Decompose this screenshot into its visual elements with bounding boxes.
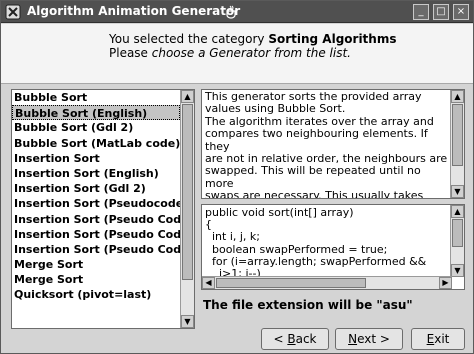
code-line: boolean swapPerformed = true; <box>205 242 388 256</box>
next-button-mnemonic: N <box>348 332 358 346</box>
description-line: swapped. This will be repeated until no … <box>205 164 421 190</box>
list-item[interactable]: Insertion Sort <box>12 151 180 166</box>
list-item[interactable]: Bubble Sort <box>12 90 180 105</box>
list-item[interactable]: Insertion Sort (Pseudo Code, <box>12 242 180 257</box>
list-item[interactable]: Merge Sort <box>12 272 180 287</box>
generator-window: Algorithm Animation Generator _ □ × You … <box>0 0 474 354</box>
code-horizontal-scrollbar[interactable]: ◀ ▶ <box>202 276 452 289</box>
description-panel[interactable]: This generator sorts the provided array v… <box>201 89 465 199</box>
next-button[interactable]: Next > <box>335 328 403 350</box>
instruction-message: Please choose a Generator from the list. <box>109 46 351 60</box>
scroll-left-arrow-icon[interactable]: ◀ <box>202 277 215 289</box>
next-button-label: ext > <box>357 332 390 346</box>
list-item[interactable]: Bubble Sort (English) <box>12 105 180 121</box>
description-line: compares two neighbouring elements. If t… <box>205 127 428 153</box>
code-preview-panel[interactable]: public void sort(int[] array){ int i, j,… <box>201 204 465 290</box>
list-item[interactable]: Insertion Sort (Gdl 2) <box>12 181 180 196</box>
java-cup-icon <box>226 5 237 19</box>
list-item[interactable]: Insertion Sort (English) <box>12 166 180 181</box>
list-item[interactable]: Bubble Sort (Gdl 2) <box>12 120 180 135</box>
exit-button[interactable]: Exit <box>411 328 465 350</box>
app-icon <box>5 4 21 20</box>
scroll-down-arrow-icon[interactable]: ▼ <box>181 315 194 328</box>
back-button-mnemonic: B <box>287 332 296 346</box>
description-text: This generator sorts the provided array v… <box>205 90 449 199</box>
minimize-button[interactable]: _ <box>413 4 429 20</box>
title-bar[interactable]: Algorithm Animation Generator _ □ × <box>1 1 473 23</box>
instruction-prefix: Please <box>109 46 152 60</box>
window-title: Algorithm Animation Generator <box>27 4 241 18</box>
generator-list[interactable]: Bubble Sort Bubble Sort (English) Bubble S… <box>11 89 195 329</box>
close-button[interactable]: × <box>453 4 469 20</box>
scroll-thumb[interactable] <box>182 104 193 280</box>
list-item[interactable]: Insertion Sort (Pseudo Code 2 <box>12 212 180 227</box>
description-scrollbar[interactable]: ▲ ▼ <box>450 90 464 198</box>
scroll-down-arrow-icon[interactable]: ▼ <box>451 264 464 277</box>
list-item[interactable]: Quicksort (pivot=last) <box>12 287 180 302</box>
category-message: You selected the category Sorting Algori… <box>109 32 396 46</box>
back-button-label: ack <box>295 332 317 346</box>
instruction-text: choose a Generator from the list. <box>151 46 351 60</box>
info-header: You selected the category Sorting Algori… <box>1 24 473 84</box>
maximize-button[interactable]: □ <box>433 4 449 20</box>
scroll-thumb[interactable] <box>216 278 366 288</box>
list-item[interactable]: Insertion Sort (Pseudocode, E <box>12 196 180 211</box>
code-line: int i, j, k; <box>205 230 261 244</box>
category-name: Sorting Algorithms <box>268 32 397 46</box>
scroll-thumb[interactable] <box>452 104 463 166</box>
list-item[interactable]: Merge Sort <box>12 257 180 272</box>
code-line: public void sort(int[] array) <box>205 206 354 219</box>
scroll-up-arrow-icon[interactable]: ▲ <box>451 205 464 218</box>
scroll-down-arrow-icon[interactable]: ▼ <box>451 185 464 198</box>
scroll-up-arrow-icon[interactable]: ▲ <box>181 90 194 103</box>
code-preview-text: public void sort(int[] array){ int i, j,… <box>205 206 449 280</box>
code-vertical-scrollbar[interactable]: ▲ ▼ <box>450 205 464 277</box>
description-line: swaps are necessary. This usually takes <box>205 189 424 199</box>
category-prefix: You selected the category <box>109 32 269 46</box>
scroll-up-arrow-icon[interactable]: ▲ <box>451 90 464 103</box>
back-button-prefix: < <box>273 332 288 346</box>
scroll-right-arrow-icon[interactable]: ▶ <box>439 277 452 289</box>
list-item[interactable]: Insertion Sort (Pseudo Code, <box>12 227 180 242</box>
list-item[interactable]: Bubble Sort (MatLab code) <box>12 136 180 151</box>
exit-button-label: xit <box>434 332 450 346</box>
description-line: values using Bubble Sort. <box>205 102 346 116</box>
back-button[interactable]: < Back <box>261 328 329 350</box>
scroll-thumb[interactable] <box>452 219 463 247</box>
generator-list-items: Bubble Sort Bubble Sort (English) Bubble S… <box>12 90 180 328</box>
file-extension-label: The file extension will be "asu" <box>203 298 413 312</box>
generator-list-scrollbar[interactable]: ▲ ▼ <box>180 90 194 328</box>
